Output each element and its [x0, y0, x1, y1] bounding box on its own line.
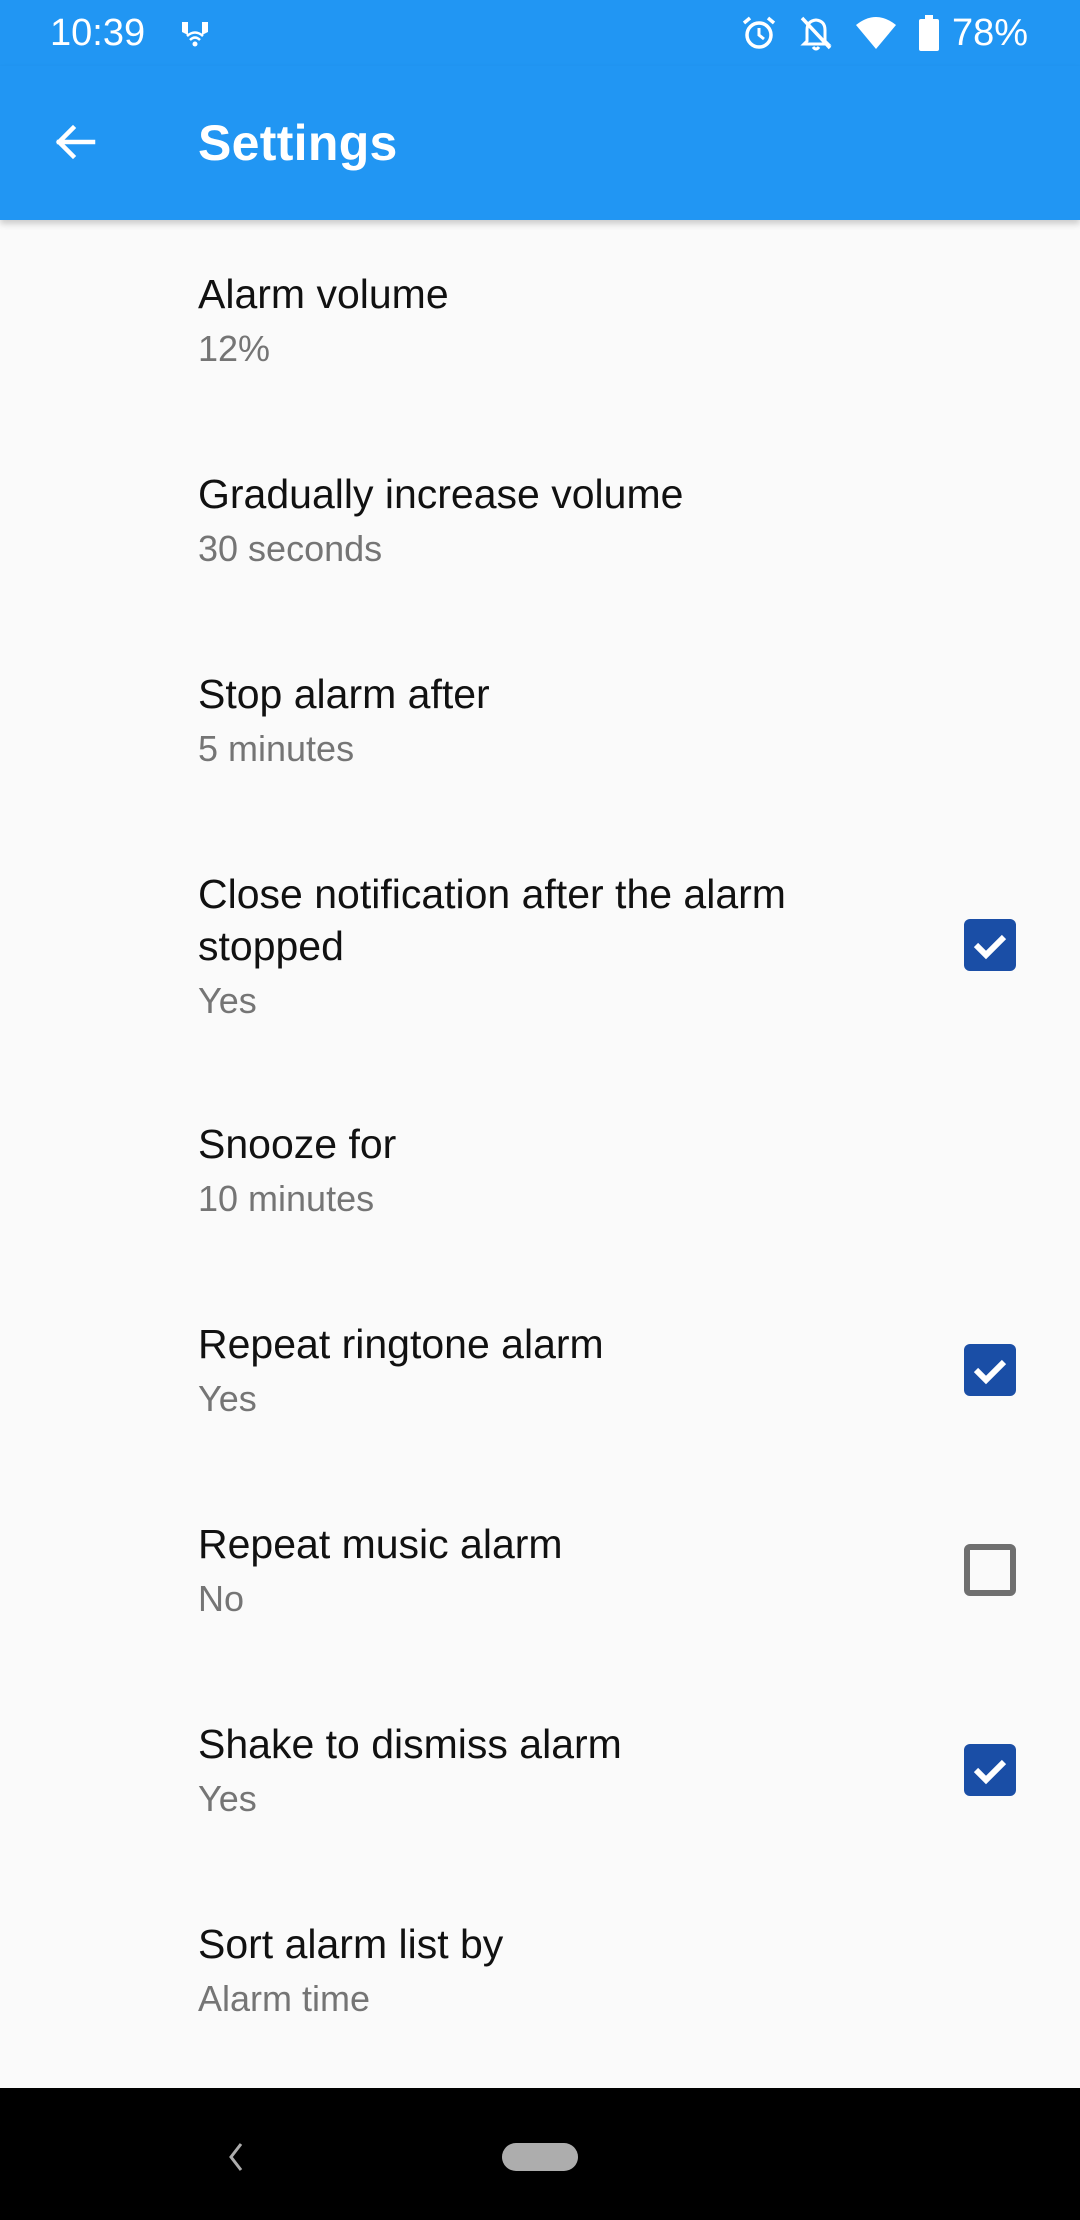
- setting-summary: 30 seconds: [198, 528, 383, 569]
- setting-title: Stop alarm after: [198, 671, 490, 717]
- setting-sort-alarm-list[interactable]: Sort alarm list by Alarm time: [0, 1870, 1080, 2070]
- setting-close-notification[interactable]: Close notification after the alarm stopp…: [0, 820, 1080, 1070]
- setting-summary: Yes: [198, 1378, 257, 1419]
- repeat-ringtone-checkbox[interactable]: [964, 1344, 1016, 1396]
- arrow-back-icon: [55, 124, 96, 160]
- battery-percent: 78%: [951, 11, 1028, 54]
- setting-title: Close notification after the alarm stopp…: [198, 871, 786, 969]
- status-time: 10:39: [50, 12, 146, 54]
- setting-title: Repeat ringtone alarm: [198, 1321, 604, 1367]
- setting-repeat-music-alarm[interactable]: Repeat music alarm No: [0, 1470, 1080, 1670]
- app-bar: Settings: [0, 66, 1080, 220]
- checkmark-icon: [973, 1759, 1007, 1785]
- setting-title: Shake to dismiss alarm: [198, 1721, 622, 1767]
- setting-stop-alarm-after[interactable]: Stop alarm after 5 minutes: [0, 620, 1080, 820]
- setting-summary: Yes: [198, 980, 257, 1021]
- checkmark-icon: [973, 1359, 1007, 1385]
- setting-title: Gradually increase volume: [198, 471, 684, 517]
- back-button[interactable]: [40, 112, 110, 172]
- shake-to-dismiss-checkbox[interactable]: [964, 1744, 1016, 1796]
- setting-alarm-volume[interactable]: Alarm volume 12%: [0, 220, 1080, 420]
- wifi-icon: [854, 15, 898, 51]
- setting-repeat-ringtone-alarm[interactable]: Repeat ringtone alarm Yes: [0, 1270, 1080, 1470]
- setting-title: Snooze for: [198, 1121, 397, 1167]
- setting-summary: Yes: [198, 1778, 257, 1819]
- home-pill-icon[interactable]: [502, 2143, 578, 2171]
- close-notification-checkbox[interactable]: [964, 919, 1016, 971]
- setting-summary: 5 minutes: [198, 728, 355, 769]
- nav-back-icon: [229, 2143, 243, 2171]
- setting-summary: 10 minutes: [198, 1178, 375, 1219]
- setting-summary: Alarm time: [198, 1978, 371, 2019]
- page-title: Settings: [198, 115, 398, 171]
- battery-icon: [918, 14, 940, 52]
- setting-summary: No: [198, 1578, 245, 1619]
- status-icons: 78%: [740, 10, 1028, 56]
- settings-list: Alarm volume 12% Gradually increase volu…: [0, 220, 1080, 2070]
- setting-title: Sort alarm list by: [198, 1921, 504, 1967]
- hotspot-icon: [178, 18, 212, 48]
- setting-gradually-increase-volume[interactable]: Gradually increase volume 30 seconds: [0, 420, 1080, 620]
- status-bar: 10:39 78%: [0, 0, 1080, 66]
- navigation-bar: [0, 2088, 1080, 2220]
- nav-back-button[interactable]: [210, 2132, 260, 2182]
- setting-shake-to-dismiss[interactable]: Shake to dismiss alarm Yes: [0, 1670, 1080, 1870]
- alarm-clock-icon: [740, 14, 778, 52]
- setting-title: Repeat music alarm: [198, 1521, 563, 1567]
- notifications-off-icon: [798, 14, 834, 52]
- setting-title: Alarm volume: [198, 271, 449, 317]
- setting-snooze-for[interactable]: Snooze for 10 minutes: [0, 1070, 1080, 1270]
- checkmark-icon: [973, 934, 1007, 960]
- repeat-music-checkbox[interactable]: [964, 1544, 1016, 1596]
- setting-summary: 12%: [198, 328, 271, 369]
